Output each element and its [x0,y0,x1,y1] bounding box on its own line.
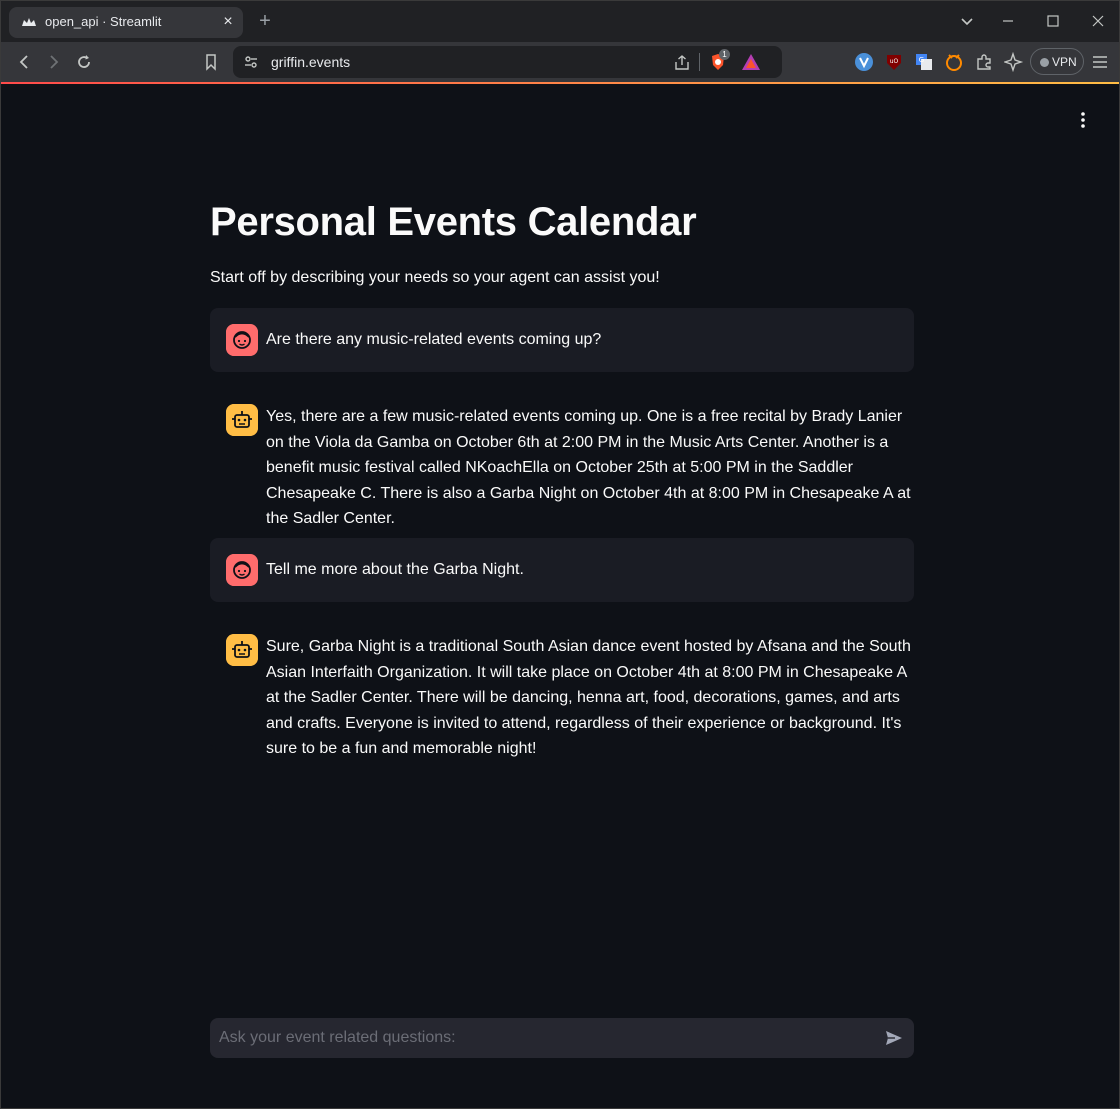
chat-input-placeholder: Ask your event related questions: [219,1029,456,1046]
assistant-avatar-icon [226,404,258,436]
forward-icon[interactable] [44,52,64,72]
tab-search-icon[interactable] [957,11,977,31]
browser-window: open_api · Streamlit × + griffin.events … [0,0,1120,1109]
browser-toolbar: griffin.events 1 uO G VPN [1,42,1119,82]
browser-tab[interactable]: open_api · Streamlit × [9,7,243,38]
svg-text:G: G [919,56,924,64]
shields-badge: 1 [719,49,730,60]
ublock-origin-icon[interactable]: uO [884,52,904,72]
user-avatar-icon [226,554,258,586]
chat-message-text: Sure, Garba Night is a traditional South… [266,638,911,758]
page-title: Personal Events Calendar [210,200,697,244]
minimize-icon[interactable] [998,11,1018,31]
chat-message-text: Yes, there are a few music-related event… [266,408,911,528]
chat-input[interactable]: Ask your event related questions: [210,1018,914,1058]
main-menu-icon[interactable] [1073,110,1093,130]
user-avatar-icon [226,324,258,356]
site-settings-icon[interactable] [243,54,259,70]
extension-fox-icon[interactable] [944,52,964,72]
assistant-avatar-icon [226,634,258,666]
address-bar[interactable]: griffin.events 1 [233,46,782,78]
close-window-icon[interactable] [1088,11,1108,31]
chat-message-user: Are there any music-related events comin… [210,308,914,372]
chat-message-user: Tell me more about the Garba Night. [210,538,914,602]
streamlit-crown-icon [22,18,36,26]
google-translate-icon[interactable]: G [914,52,934,72]
extensions-puzzle-icon[interactable] [974,52,994,72]
chat-message-assistant: Sure, Garba Night is a traditional South… [210,618,914,768]
vpn-status-icon [1040,58,1049,67]
chat-message-text: Tell me more about the Garba Night. [266,561,524,578]
extension-v-icon[interactable] [854,52,874,72]
tab-title: open_api · Streamlit [45,14,162,29]
bookmark-icon[interactable] [201,52,221,72]
tab-strip: open_api · Streamlit × + [1,1,1119,42]
url-text: griffin.events [271,54,351,70]
svg-text:uO: uO [890,58,899,65]
brave-rewards-icon[interactable] [741,53,761,71]
send-icon[interactable] [884,1028,904,1048]
page-subtitle: Start off by describing your needs so yo… [210,269,660,286]
streamlit-app: Personal Events Calendar Start off by de… [1,84,1119,1108]
new-tab-icon[interactable]: + [255,11,275,31]
leo-ai-icon[interactable] [1004,52,1024,72]
vpn-button[interactable]: VPN [1030,48,1084,75]
reload-icon[interactable] [74,52,94,72]
chat-message-assistant: Yes, there are a few music-related event… [210,388,914,527]
close-tab-icon[interactable]: × [220,14,236,30]
back-icon[interactable] [14,52,34,72]
share-icon[interactable] [673,54,691,72]
vpn-label: VPN [1052,55,1077,69]
maximize-icon[interactable] [1043,11,1063,31]
browser-menu-icon[interactable] [1090,52,1110,72]
omnibox-divider [699,53,700,71]
chat-message-text: Are there any music-related events comin… [266,331,602,348]
